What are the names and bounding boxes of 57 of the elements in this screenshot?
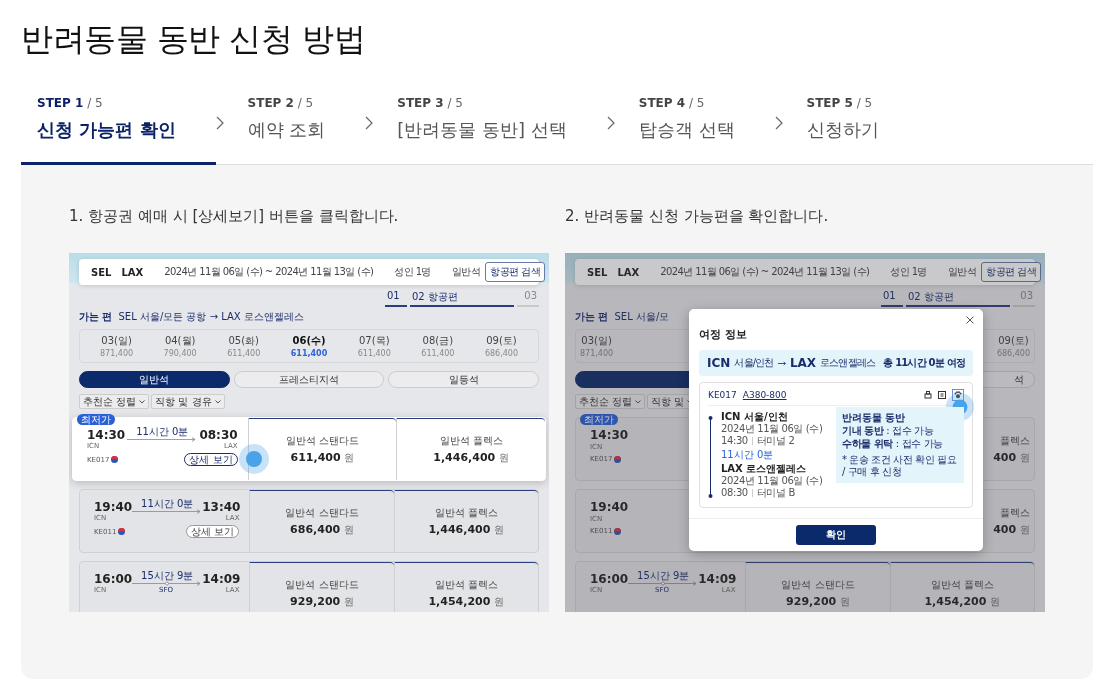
departure-time: 14:30 xyxy=(87,428,126,442)
arrival-time: 14:09 xyxy=(698,572,737,586)
tooltip-line: 기내 동반 : 접수 가능 xyxy=(842,425,935,437)
destination-code: LAX xyxy=(617,266,640,278)
fare-price: 400 원 xyxy=(993,450,1030,465)
page-title: 반려동물 동반 신청 방법 xyxy=(21,19,366,60)
trip-label: 가는 편 xyxy=(79,310,113,324)
departure-time: 19:40 xyxy=(94,500,133,514)
flight-date: 2024년 11월 06일 (수) xyxy=(721,423,823,435)
flight-duration: 15시간 9분 xyxy=(637,570,690,581)
departure-time: 16:00 xyxy=(94,572,133,586)
progress-step: 03 xyxy=(517,290,539,307)
progress-step: 03 xyxy=(1013,290,1035,307)
progress-step: 01 xyxy=(385,290,407,307)
departure-time: 14:30 xyxy=(590,428,629,442)
city-name: 로스앤젤레스 xyxy=(820,356,876,370)
arrival-time: 13:40 xyxy=(202,500,241,514)
terminal-label: 터미널 B xyxy=(756,487,795,499)
tooltip-note: * 운송 조건 사전 확인 필요 / 구매 후 신청 xyxy=(842,454,958,478)
progress-step: 02 항공편 xyxy=(410,290,514,307)
fare-name: 플렉스 xyxy=(1000,433,1030,448)
fare-name: 플렉스 xyxy=(1000,505,1030,520)
arrival-time: 14:09 xyxy=(202,572,241,586)
tooltip-title: 반려동물 동반 xyxy=(842,412,907,424)
lowest-fare-badge: 최저가 xyxy=(580,414,618,425)
city-name: 서울/인천 xyxy=(734,356,774,370)
flight-time: 08:30 xyxy=(721,487,748,499)
flight-duration: 11시간 0분 xyxy=(721,449,774,461)
origin-code: SEL xyxy=(587,266,608,278)
flight-duration: 15시간 9분 xyxy=(141,570,194,581)
fare-price: 400 원 xyxy=(993,522,1030,537)
airport-code: ICN xyxy=(707,356,731,370)
lowest-fare-badge: 최저가 xyxy=(77,414,115,425)
trip-route: SEL 서울/모 xyxy=(614,310,670,324)
dialog-title: 여정 정보 xyxy=(699,327,748,342)
progress-step: 01 xyxy=(881,290,903,307)
flight-number: KE017 xyxy=(708,390,737,400)
total-duration: 총 11시간 0분 여정 xyxy=(883,356,965,370)
airport-name: ICN 서울/인천 xyxy=(721,411,788,423)
departure-time: 16:00 xyxy=(590,572,629,586)
destination-code: LAX xyxy=(121,266,144,278)
flight-duration: 11시간 0분 xyxy=(141,498,194,509)
tooltip-line: 수하물 위탁 : 접수 가능 xyxy=(842,438,944,450)
origin-code: SEL xyxy=(91,266,112,278)
airport-name: LAX 로스앤젤레스 xyxy=(721,463,807,475)
terminal-label: 터미널 2 xyxy=(756,435,795,447)
flight-duration: 11시간 0분 xyxy=(136,426,189,437)
departure-time: 19:40 xyxy=(590,500,629,514)
arrival-time: 08:30 xyxy=(199,428,238,442)
trip-label: 가는 편 xyxy=(575,310,609,324)
trip-route: SEL 서울/모든 공항 → LAX 로스앤젤레스 xyxy=(118,310,304,324)
flight-date: 2024년 11월 06일 (수) xyxy=(721,475,823,487)
progress-step: 02 항공편 xyxy=(906,290,1010,307)
airport-code: LAX xyxy=(789,356,817,370)
flight-time: 14:30 xyxy=(721,435,748,447)
guide-caption: 1. 항공권 예매 시 [상세보기] 버튼을 클릭합니다. xyxy=(69,206,400,227)
guide-caption: 2. 반려동물 신청 가능편을 확인합니다. xyxy=(565,206,830,227)
